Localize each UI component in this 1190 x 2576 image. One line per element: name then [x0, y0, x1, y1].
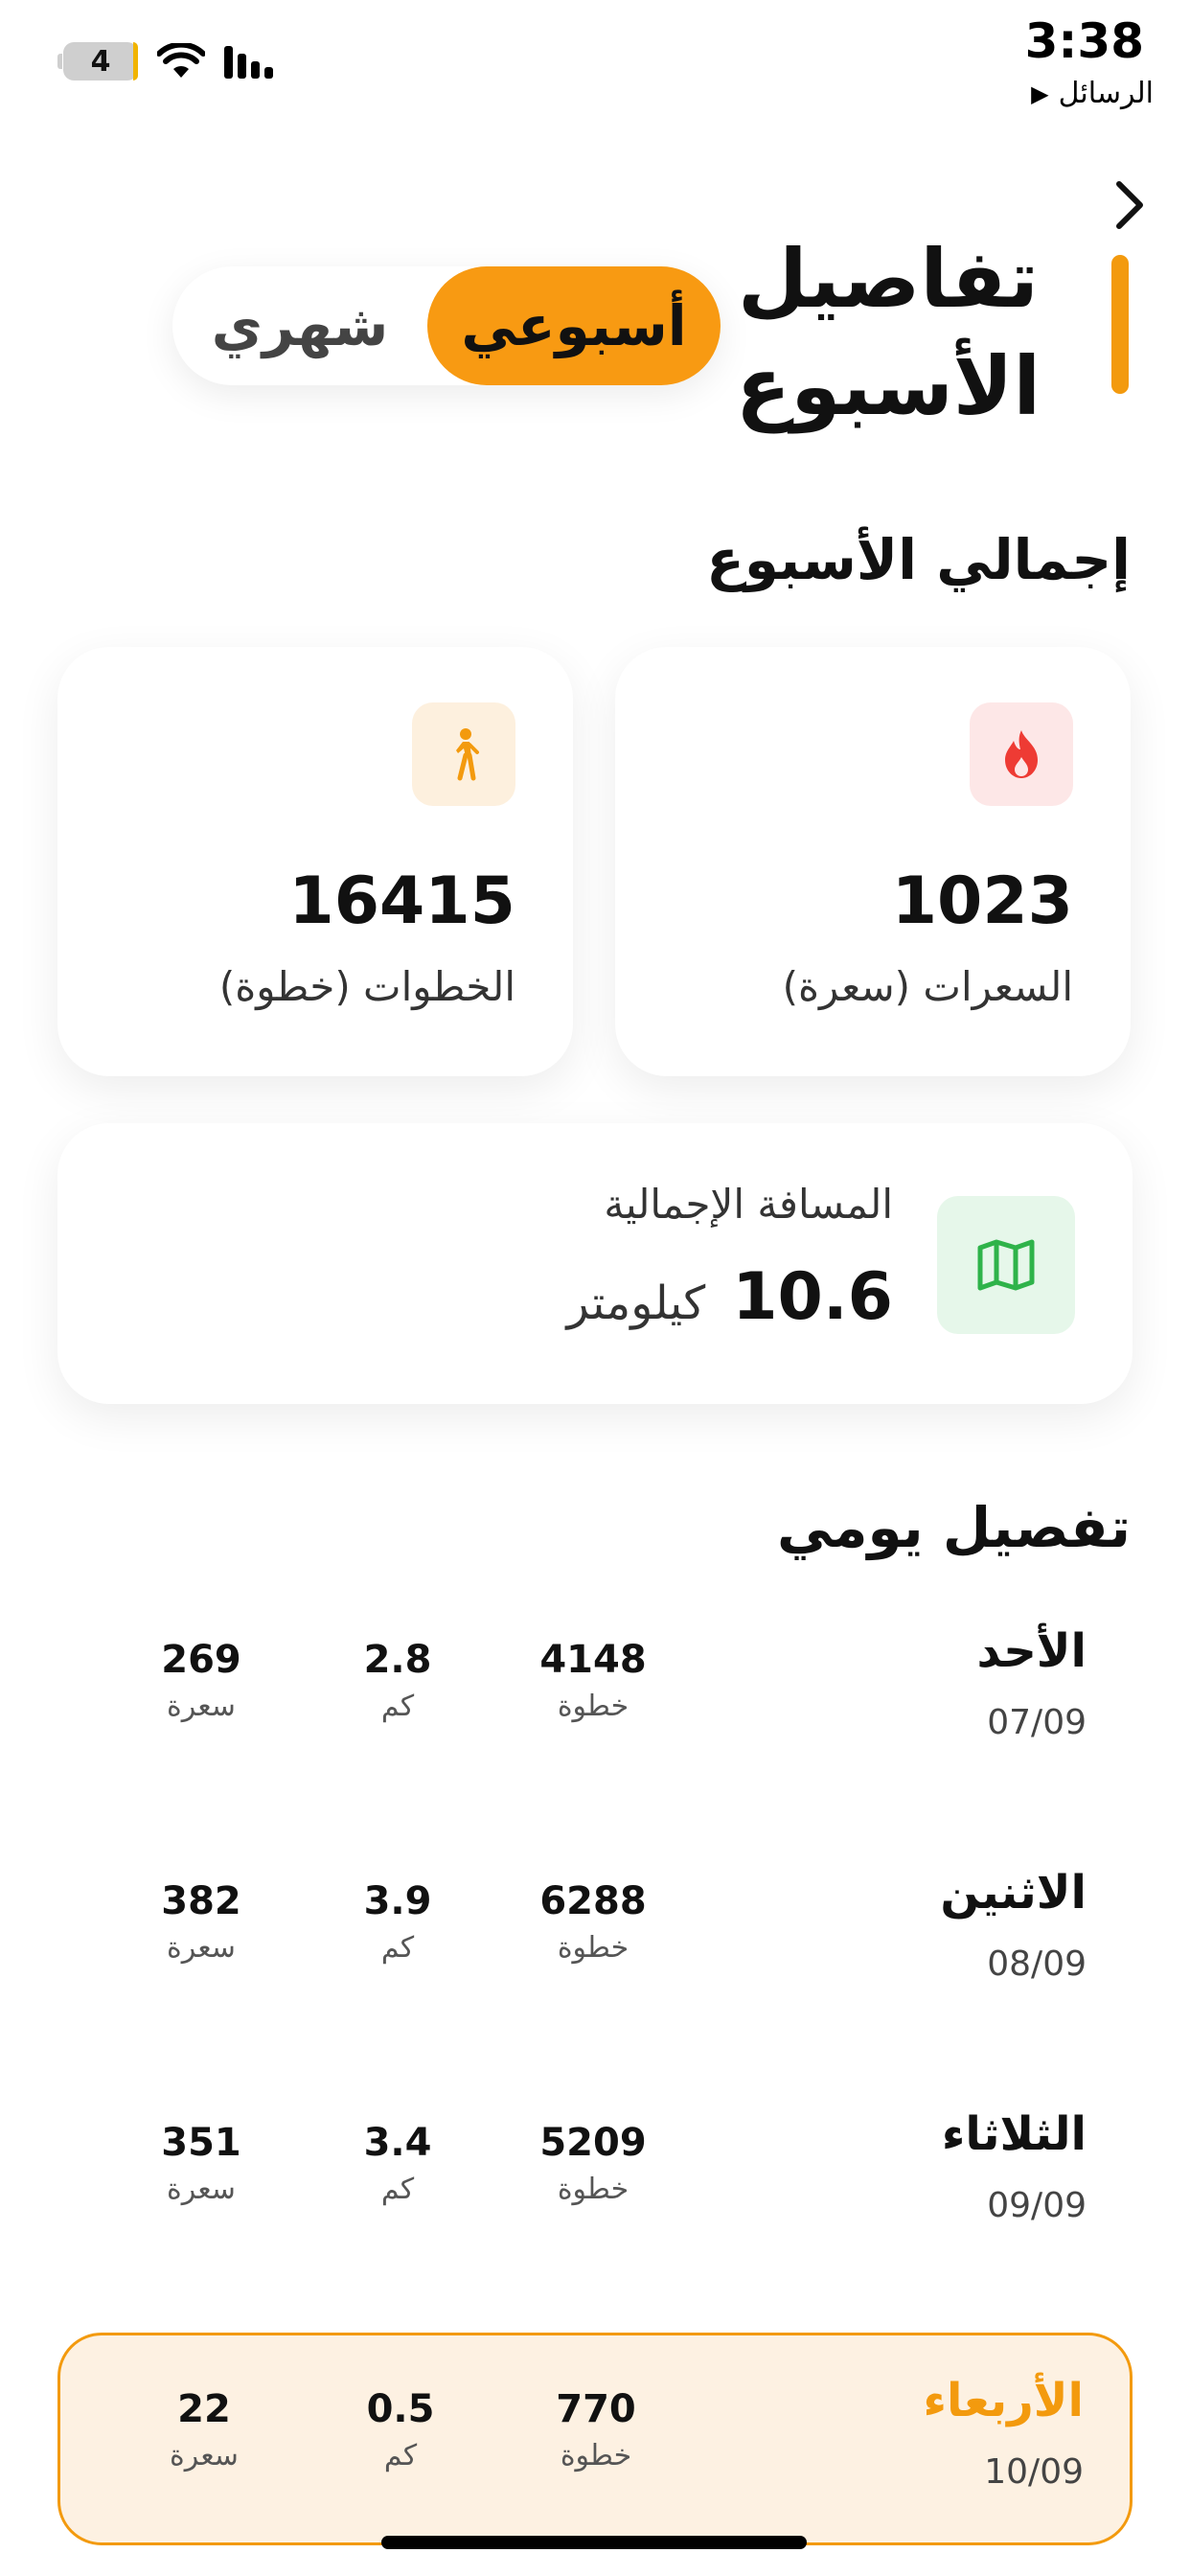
weekly-tab[interactable]: أسبوعي	[427, 266, 721, 385]
steps-count: 770	[556, 2387, 636, 2431]
steps-unit: خطوة	[560, 2439, 632, 2472]
day-date: 10/09	[984, 2452, 1084, 2492]
distance-metric: 2.8 كم	[326, 1638, 469, 1723]
steps-count: 5209	[539, 2121, 647, 2165]
home-indicator[interactable]	[381, 2536, 807, 2549]
km-value: 3.4	[363, 2121, 432, 2165]
km-value: 0.5	[366, 2387, 435, 2431]
km-value: 3.9	[363, 1879, 432, 1923]
steps-label: الخطوات (خطوة)	[218, 963, 515, 1010]
km-unit: كم	[380, 1690, 415, 1723]
calories-icon-tile	[970, 702, 1073, 806]
status-time: 3:38	[1024, 13, 1144, 69]
monthly-tab[interactable]: شهري	[172, 266, 427, 385]
steps-metric: 6288 خطوة	[521, 1879, 665, 1965]
day-date: 09/09	[987, 2186, 1087, 2225]
wifi-icon	[157, 43, 205, 78]
title-accent-bar	[1111, 255, 1129, 394]
steps-icon-tile	[412, 702, 515, 806]
day-date: 07/09	[987, 1703, 1087, 1742]
day-row[interactable]: الثلاثاء 09/09 5209 خطوة 3.4 كم 351 سعرة	[57, 2069, 1133, 2282]
back-to-app-link[interactable]: الرسائل ▶	[1031, 77, 1154, 110]
day-name: الأربعاء	[923, 2374, 1084, 2427]
km-unit: كم	[380, 2173, 415, 2206]
flame-icon	[1005, 730, 1038, 778]
play-arrow-icon: ▶	[1031, 80, 1049, 107]
distance-metric: 3.4 كم	[326, 2121, 469, 2206]
status-bar: 4 3:38 الرسائل ▶	[0, 0, 1190, 125]
day-date: 08/09	[987, 1944, 1087, 1984]
calories-label: السعرات (سعرة)	[782, 963, 1073, 1010]
daily-breakdown-title: تفصيل يومي	[776, 1495, 1131, 1560]
distance-metric: 3.9 كم	[326, 1879, 469, 1965]
day-row[interactable]: الأحد 07/09 4148 خطوة 2.8 كم 269 سعرة	[57, 1586, 1133, 1799]
calories-card: 1023 السعرات (سعرة)	[615, 647, 1131, 1076]
distance-unit: كيلومتر	[566, 1276, 706, 1330]
steps-metric: 4148 خطوة	[521, 1638, 665, 1723]
steps-card: 16415 الخطوات (خطوة)	[57, 647, 573, 1076]
day-name: الثلاثاء	[941, 2107, 1087, 2161]
distance-metric: 0.5 كم	[329, 2387, 472, 2472]
cal-unit: سعرة	[170, 2439, 239, 2472]
walking-person-icon	[456, 728, 479, 781]
distance-value: 10.6	[732, 1259, 893, 1335]
steps-unit: خطوة	[557, 2173, 629, 2206]
calories-metric: 382 سعرة	[129, 1879, 273, 1965]
steps-count: 4148	[539, 1638, 647, 1682]
calories-metric: 269 سعرة	[129, 1638, 273, 1723]
back-app-label: الرسائل	[1058, 77, 1154, 110]
calories-metric: 351 سعرة	[129, 2121, 273, 2206]
battery-icon: 4	[57, 42, 138, 80]
distance-value-row: 10.6 كيلومتر	[567, 1259, 893, 1335]
signal-icon	[224, 46, 273, 79]
steps-count: 6288	[539, 1879, 647, 1923]
distance-card: المسافة الإجمالية 10.6 كيلومتر	[57, 1123, 1133, 1404]
page-title: تفاصيل الأسبوع	[735, 232, 1041, 433]
km-value: 2.8	[363, 1638, 432, 1682]
steps-metric: 770 خطوة	[524, 2387, 668, 2472]
distance-icon-tile	[937, 1196, 1075, 1334]
distance-label: المسافة الإجمالية	[604, 1181, 893, 1228]
steps-unit: خطوة	[557, 1931, 629, 1965]
calories-value: 1023	[891, 863, 1073, 939]
km-unit: كم	[380, 1931, 415, 1965]
weekly-summary-title: إجمالي الأسبوع	[706, 527, 1131, 592]
day-row-today[interactable]: الأربعاء 10/09 770 خطوة 0.5 كم 22 سعرة	[57, 2333, 1133, 2545]
status-icons: 4	[57, 42, 280, 80]
chevron-right-icon[interactable]	[1100, 176, 1157, 234]
cal-value: 269	[161, 1638, 241, 1682]
cal-value: 351	[161, 2121, 241, 2165]
steps-unit: خطوة	[557, 1690, 629, 1723]
cal-value: 382	[161, 1879, 241, 1923]
cal-unit: سعرة	[167, 2173, 236, 2206]
steps-metric: 5209 خطوة	[521, 2121, 665, 2206]
cal-unit: سعرة	[167, 1931, 236, 1965]
km-unit: كم	[383, 2439, 418, 2472]
day-name: الأحد	[976, 1624, 1087, 1678]
cal-value: 22	[177, 2387, 231, 2431]
battery-level: 4	[90, 44, 111, 79]
day-name: الاثنين	[940, 1866, 1087, 1920]
cal-unit: سعرة	[167, 1690, 236, 1723]
steps-value: 16415	[288, 863, 515, 939]
day-row[interactable]: الاثنين 08/09 6288 خطوة 3.9 كم 382 سعرة	[57, 1828, 1133, 2040]
calories-metric: 22 سعرة	[132, 2387, 276, 2472]
map-icon	[977, 1239, 1035, 1291]
period-toggle: أسبوعي شهري	[172, 266, 721, 385]
